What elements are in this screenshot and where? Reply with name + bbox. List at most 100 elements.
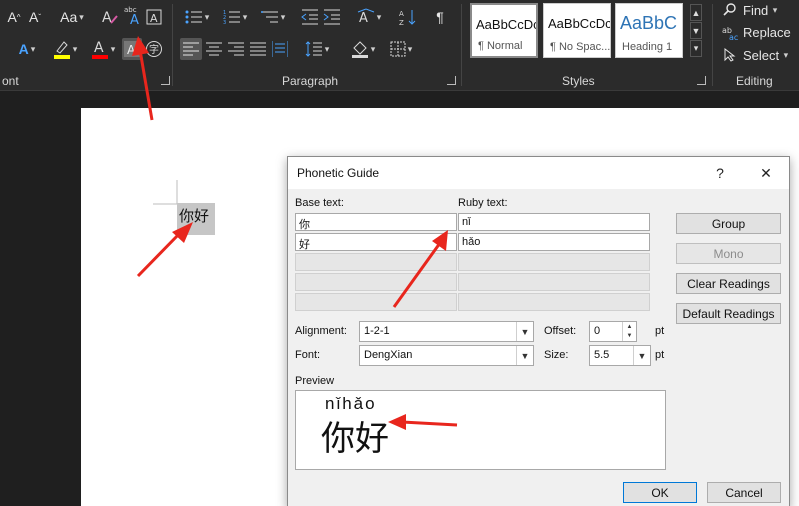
text-effects-button[interactable]: A ▾ bbox=[10, 38, 44, 60]
dialog-titlebar[interactable]: Phonetic Guide ? ✕ bbox=[288, 157, 789, 189]
preview-box: nǐhǎo 你好 bbox=[295, 390, 666, 470]
find-button[interactable]: Find ▾ bbox=[721, 0, 777, 20]
sort-icon[interactable]: AZ bbox=[398, 6, 418, 28]
svg-text:A: A bbox=[94, 40, 104, 56]
cancel-button[interactable]: Cancel bbox=[707, 482, 781, 503]
default-readings-button[interactable]: Default Readings bbox=[676, 303, 781, 324]
ruby-text-field-empty bbox=[458, 253, 650, 271]
ruby-text-label: Ruby text: bbox=[458, 197, 508, 209]
svg-text:A: A bbox=[102, 10, 112, 26]
svg-text:A: A bbox=[399, 10, 404, 18]
gallery-scroll-down-icon[interactable]: ▼ bbox=[690, 22, 702, 39]
preview-label: Preview bbox=[295, 375, 335, 387]
gallery-scroll-up-icon[interactable]: ▲ bbox=[690, 4, 702, 21]
character-border-icon[interactable]: A bbox=[145, 6, 163, 28]
offset-value: 0 bbox=[594, 325, 601, 337]
character-shading-icon[interactable]: A bbox=[122, 38, 142, 60]
style-no-spacing[interactable]: AaBbCcDc ¶ No Spac... bbox=[543, 3, 611, 58]
preview-base-text: 你好 bbox=[321, 420, 389, 458]
show-formatting-marks-icon[interactable]: ¶ bbox=[430, 6, 450, 28]
style-name: ¶ No Spac... bbox=[550, 41, 611, 53]
svg-text:3: 3 bbox=[223, 20, 226, 25]
size-select[interactable]: 5.5 ▼ bbox=[589, 345, 651, 366]
ribbon: A ^ Aˇ Aa ▾ A abc A A A ▾ ▾ A ▾ A 字 ont ▾ 123… bbox=[0, 0, 799, 91]
help-button[interactable]: ? bbox=[705, 161, 735, 185]
group-button[interactable]: Group bbox=[676, 213, 781, 234]
select-label: Select bbox=[743, 47, 780, 63]
base-text-label: Base text: bbox=[295, 197, 344, 209]
phonetic-guide-icon[interactable]: abc A bbox=[123, 4, 143, 26]
alignment-select[interactable]: 1-2-1 ▼ bbox=[359, 321, 534, 342]
font-dialog-launcher-icon[interactable] bbox=[161, 76, 170, 85]
base-text-field-empty bbox=[295, 273, 457, 291]
change-case-button[interactable]: Aa ▾ bbox=[55, 6, 89, 28]
group-divider bbox=[461, 4, 462, 86]
align-right-icon[interactable] bbox=[226, 38, 246, 60]
svg-text:A: A bbox=[130, 13, 139, 26]
find-label: Find bbox=[743, 2, 769, 18]
margin-corner-mark bbox=[153, 180, 178, 205]
replace-button[interactable]: ab ac Replace bbox=[721, 22, 791, 42]
shading-icon[interactable]: ▾ bbox=[346, 38, 380, 60]
increase-indent-icon[interactable] bbox=[322, 6, 342, 28]
shrink-font-button[interactable]: Aˇ bbox=[26, 6, 44, 28]
multilevel-list-icon[interactable]: ▾ bbox=[256, 6, 290, 28]
clear-formatting-icon[interactable]: A bbox=[100, 6, 120, 28]
svg-text:字: 字 bbox=[149, 43, 159, 56]
style-sample: AaBbC bbox=[620, 13, 678, 33]
bullets-icon[interactable]: ▾ bbox=[180, 6, 214, 28]
asian-layout-icon[interactable]: A ▾ bbox=[352, 6, 386, 28]
styles-group-label: Styles bbox=[562, 74, 595, 88]
chevron-down-icon: ▼ bbox=[516, 346, 533, 365]
offset-spinner[interactable]: 0 ▲ ▼ bbox=[589, 321, 637, 342]
justify-icon[interactable] bbox=[248, 38, 268, 60]
style-sample: AaBbCcDc bbox=[548, 16, 611, 31]
spinner-arrows-icon[interactable]: ▲ ▼ bbox=[622, 322, 636, 341]
highlight-color-button[interactable]: ▾ bbox=[48, 38, 82, 60]
numbering-icon[interactable]: 1 2 3 ▾ bbox=[218, 6, 252, 28]
svg-text:A: A bbox=[359, 11, 368, 26]
ruby-text-field[interactable]: hǎo bbox=[458, 233, 650, 251]
replace-icon: ab ac bbox=[721, 24, 739, 40]
style-heading-1[interactable]: AaBbC Heading 1 bbox=[615, 3, 683, 58]
align-center-icon[interactable] bbox=[204, 38, 224, 60]
align-left-icon[interactable] bbox=[180, 38, 202, 60]
style-name: Heading 1 bbox=[622, 41, 673, 53]
grow-font-button[interactable]: A ^ bbox=[4, 6, 24, 28]
paragraph-group-label: Paragraph bbox=[282, 74, 339, 88]
base-text-field[interactable]: 你 bbox=[295, 213, 457, 231]
gallery-more-icon[interactable]: ▾ bbox=[690, 40, 702, 57]
style-sample: AaBbCcDc bbox=[476, 17, 538, 32]
clear-readings-button[interactable]: Clear Readings bbox=[676, 273, 781, 294]
ok-button[interactable]: OK bbox=[623, 482, 697, 503]
editing-group-label: Editing bbox=[736, 74, 773, 88]
ruby-text-field[interactable]: nǐ bbox=[458, 213, 650, 231]
font-color-button[interactable]: A ▾ bbox=[86, 38, 120, 60]
borders-icon[interactable]: ▾ bbox=[384, 38, 418, 60]
size-unit: pt bbox=[655, 349, 665, 361]
base-text-field[interactable]: 好 bbox=[295, 233, 457, 251]
paragraph-dialog-launcher-icon[interactable] bbox=[447, 76, 456, 85]
decrease-indent-icon[interactable] bbox=[300, 6, 320, 28]
cursor-icon bbox=[721, 48, 739, 62]
line-spacing-icon[interactable]: ▾ bbox=[300, 38, 334, 60]
select-button[interactable]: Select ▾ bbox=[721, 45, 788, 65]
alignment-value: 1-2-1 bbox=[364, 325, 390, 337]
enclose-characters-icon[interactable]: 字 bbox=[144, 38, 164, 60]
styles-dialog-launcher-icon[interactable] bbox=[697, 76, 706, 85]
alignment-label: Alignment: bbox=[295, 325, 347, 337]
size-label: Size: bbox=[544, 349, 569, 361]
ruby-text-field-empty bbox=[458, 273, 650, 291]
style-normal[interactable]: AaBbCcDc ¶ Normal bbox=[470, 3, 538, 58]
distributed-icon[interactable] bbox=[270, 38, 290, 60]
mono-button[interactable]: Mono bbox=[676, 243, 781, 264]
close-button[interactable]: ✕ bbox=[751, 161, 781, 185]
font-value: DengXian bbox=[364, 349, 413, 361]
selected-text[interactable]: 你好 bbox=[177, 203, 215, 235]
svg-text:A: A bbox=[127, 43, 136, 57]
chevron-down-icon: ▼ bbox=[633, 346, 650, 365]
svg-text:A: A bbox=[150, 12, 158, 25]
phonetic-guide-dialog: Phonetic Guide ? ✕ Base text: Ruby text:… bbox=[287, 156, 790, 506]
font-label: Font: bbox=[295, 349, 321, 361]
font-select[interactable]: DengXian ▼ bbox=[359, 345, 534, 366]
